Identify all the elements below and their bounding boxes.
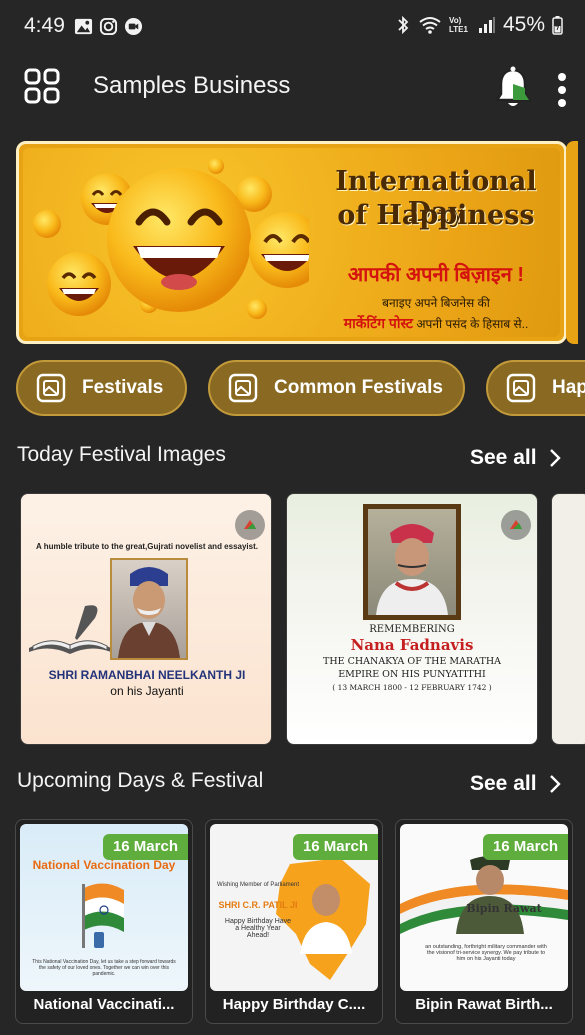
category-chips: Festivals Common Festivals Hap [0, 360, 585, 416]
image-top: Wishing Member of Parliament [216, 882, 300, 888]
chip-label: Common Festivals [274, 377, 443, 398]
battery-icon [552, 16, 563, 35]
date-badge: 16 March [292, 834, 378, 860]
date-badge: 16 March [102, 834, 188, 860]
tribute-text: A humble tribute to the great,Gujrati no… [36, 542, 258, 551]
card-sub1: THE CHANAKYA OF THE MARATHA [323, 656, 501, 667]
portrait-frame [110, 558, 188, 660]
image-frame-icon [228, 373, 258, 403]
chevron-right-icon[interactable] [548, 448, 562, 468]
upcoming-card-label: National Vaccinati... [33, 996, 175, 1013]
chevron-right-icon[interactable] [548, 774, 562, 794]
chip-common-festivals[interactable]: Common Festivals [208, 360, 465, 416]
card-name: SHRI RAMANBHAI NEELKANTH JI [48, 668, 246, 682]
card-dates: ( 13 MARCH 1800 - 12 FEBRUARY 1742 ) [332, 683, 492, 692]
chip-label: Festivals [82, 377, 164, 398]
image-text: Happy Birthday Have a Healthy Year Ahead… [224, 918, 292, 939]
portrait-icon [118, 567, 180, 658]
banner-title-line2: of Happiness [337, 200, 535, 231]
image-name: Bipin Rawat [466, 902, 542, 915]
card-sub: on his Jayanti [110, 684, 184, 698]
upcoming-image: National Vaccination Day This National V… [20, 824, 188, 991]
banner-hindi-line1: बनाइए अपने बिजनेस की [382, 296, 490, 310]
chip-festivals[interactable]: Festivals [16, 360, 187, 416]
upcoming-image: Wishing Member of Parliament SHRI C.R. P… [210, 824, 378, 991]
book-quill-icon [29, 605, 111, 654]
tricolor-portrait-icon [400, 856, 568, 934]
kebab-icon[interactable] [552, 72, 572, 108]
upcoming-card-label: Happy Birthday C.... [222, 996, 366, 1013]
chip-label: Hap [552, 377, 585, 398]
instagram-icon [99, 17, 118, 36]
banner-hindi-title: आपकी अपनी बिज़ाइन ! [347, 264, 525, 286]
app-bar: Samples Business [0, 52, 585, 122]
upcoming-card-bipin-rawat[interactable]: Bipin Rawat an outstanding, forthright m… [395, 819, 573, 1024]
brand-badge-icon [235, 510, 265, 540]
chip-happy[interactable]: Hap [486, 360, 585, 416]
emoji-cluster-icon [33, 158, 309, 319]
upcoming-see-all[interactable]: See all [470, 772, 537, 796]
today-section-title: Today Festival Images [17, 443, 226, 466]
upcoming-card-vaccination[interactable]: National Vaccination Day This National V… [15, 819, 193, 1024]
upcoming-card-birthday[interactable]: Wishing Member of Parliament SHRI C.R. P… [205, 819, 383, 1024]
portrait-frame [363, 504, 461, 620]
promo-banner[interactable]: International Day of Happiness आपकी अपनी… [16, 141, 567, 344]
wifi-icon [419, 17, 441, 34]
image-frame-icon [506, 373, 536, 403]
upcoming-card-label: Bipin Rawat Birth... [415, 996, 553, 1013]
status-time: 4:49 [24, 14, 65, 37]
lte-label: Vo) LTE1 [448, 16, 468, 34]
gallery-icon [74, 18, 93, 35]
image-title: National Vaccination Day [32, 858, 176, 872]
video-icon [124, 17, 143, 36]
bluetooth-icon [398, 15, 409, 35]
today-card-next[interactable] [551, 493, 585, 745]
image-text: an outstanding, forthright military comm… [425, 944, 547, 962]
bell-icon[interactable] [494, 66, 532, 110]
date-badge: 16 March [482, 834, 568, 860]
upcoming-section-title: Upcoming Days & Festival [17, 769, 264, 792]
status-right: Vo) LTE1 45% [395, 13, 563, 37]
grid-icon[interactable] [24, 68, 60, 104]
portrait-icon [376, 524, 448, 615]
battery-percent: 45% [502, 13, 545, 36]
banner-hindi-rest: अपनी पसंद के हिसाब से.. [416, 317, 529, 331]
image-name: SHRI C.R. PATIL JI [218, 900, 298, 910]
today-card-ramanbhai[interactable]: A humble tribute to the great,Gujrati no… [20, 493, 272, 745]
today-card-nana-fadnavis[interactable]: REMEMBERING Nana Fadnavis THE CHANAKYA O… [286, 493, 538, 745]
card-remember: REMEMBERING [369, 624, 455, 635]
image-text: This National Vaccination Day, let us ta… [32, 959, 176, 977]
brand-badge-icon [501, 510, 531, 540]
status-bar: 4:49 Vo) LTE1 45% [0, 0, 585, 52]
app-title: Samples Business [93, 72, 291, 99]
signal-icon [478, 17, 495, 33]
flag-vaccine-icon [82, 883, 124, 948]
banner-hindi-line2: मार्केटिंग पोस्ट अपनी पसंद के हिसाब से.. [305, 314, 564, 333]
image-frame-icon [36, 373, 66, 403]
card-sub2: EMPIRE ON HIS PUNYATITHI [338, 669, 486, 680]
upcoming-image: Bipin Rawat an outstanding, forthright m… [400, 824, 568, 991]
card-name: Nana Fadnavis [350, 636, 474, 654]
banner-hindi-highlight: मार्केटिंग पोस्ट [343, 315, 413, 331]
next-banner-peek[interactable] [566, 141, 578, 344]
today-see-all[interactable]: See all [470, 446, 537, 470]
